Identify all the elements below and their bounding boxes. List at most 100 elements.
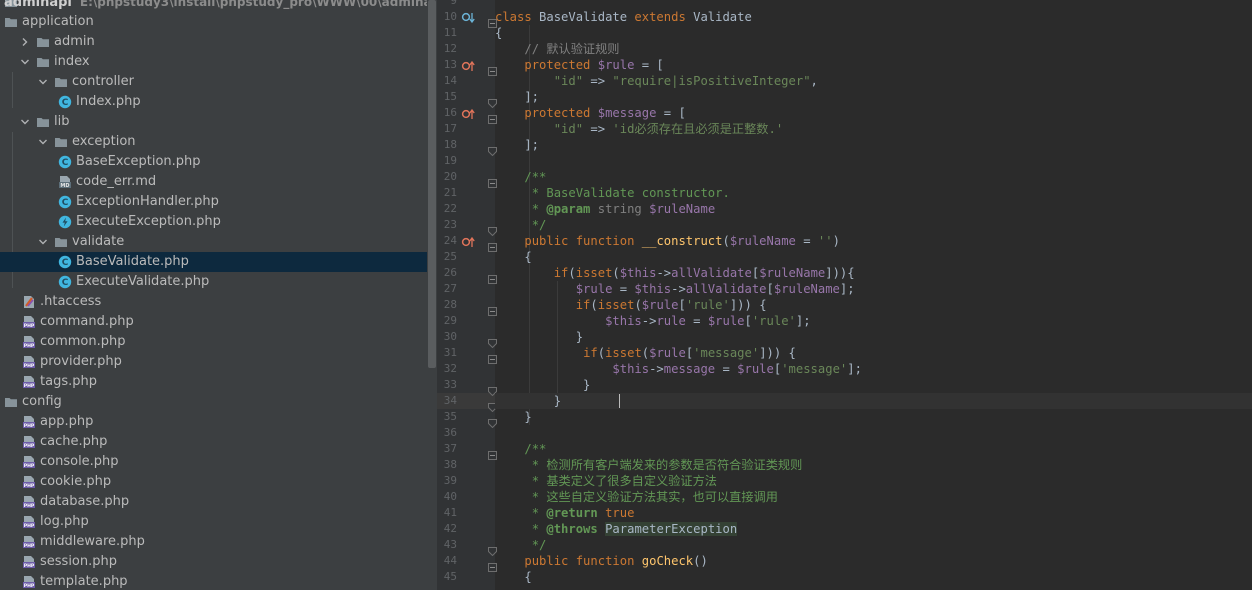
tree-item-database-php[interactable]: PHP database.php xyxy=(0,492,427,512)
code-line[interactable]: } xyxy=(495,329,1252,345)
override-marker-icon[interactable] xyxy=(461,106,475,120)
code-line[interactable]: $rule = $this->allValidate[$ruleName]; xyxy=(495,281,1252,297)
code-line[interactable]: // 默认验证规则 xyxy=(495,41,1252,57)
code-line[interactable]: ]; xyxy=(495,89,1252,105)
project-tree-scrollbar[interactable] xyxy=(427,0,437,590)
code-line[interactable]: protected $message = [ xyxy=(495,105,1252,121)
code-line[interactable]: /** xyxy=(495,441,1252,457)
tree-item-exception[interactable]: exception xyxy=(0,132,427,152)
code-token: @throws xyxy=(546,522,598,536)
code-line[interactable] xyxy=(495,425,1252,441)
code-line[interactable]: if(isset($rule['rule'])) { xyxy=(495,297,1252,313)
tree-item-exceptionhandler-php[interactable]: C ExceptionHandler.php xyxy=(0,192,427,212)
tree-item-console-php[interactable]: PHP console.php xyxy=(0,452,427,472)
svg-text:PHP: PHP xyxy=(24,543,35,549)
code-line[interactable]: class BaseValidate extends Validate xyxy=(495,9,1252,25)
code-token: = xyxy=(612,282,635,296)
code-line[interactable]: * 这些自定义验证方法其实，也可以直接调用 xyxy=(495,489,1252,505)
code-line[interactable]: * @param string $ruleName xyxy=(495,201,1252,217)
code-line[interactable]: { xyxy=(495,25,1252,41)
code-token: $rule xyxy=(649,346,686,360)
override-marker-icon[interactable] xyxy=(461,58,475,72)
code-line[interactable]: * @return true xyxy=(495,505,1252,521)
tree-item-tags-php[interactable]: PHP tags.php xyxy=(0,372,427,392)
code-line[interactable]: { xyxy=(495,249,1252,265)
tree-item-executevalidate-php[interactable]: C ExecuteValidate.php xyxy=(0,272,427,292)
tree-item-validate[interactable]: validate xyxy=(0,232,427,252)
code-line[interactable]: } xyxy=(495,393,1252,409)
tree-item-app-php[interactable]: PHP app.php xyxy=(0,412,427,432)
chevron-down-icon[interactable] xyxy=(20,117,30,127)
tree-item-root[interactable]: adminapi E:\phpstudy3\install\phpstudy_pr… xyxy=(0,0,427,12)
editor-code-area[interactable]: class BaseValidate extends Validate{ // … xyxy=(495,0,1252,590)
code-line[interactable]: } xyxy=(495,377,1252,393)
code-line[interactable]: * BaseValidate constructor. xyxy=(495,185,1252,201)
tree-item-cache-php[interactable]: PHP cache.php xyxy=(0,432,427,452)
tree-item-htaccess[interactable]: .htaccess xyxy=(0,292,427,312)
code-token: 'rule' xyxy=(751,314,796,328)
code-line[interactable]: protected $rule = [ xyxy=(495,57,1252,73)
code-line[interactable] xyxy=(495,0,1252,9)
code-line[interactable]: public function __construct($ruleName = … xyxy=(495,233,1252,249)
tree-item-template-php[interactable]: PHP template.php xyxy=(0,572,427,590)
code-line[interactable]: $this->rule = $rule['rule']; xyxy=(495,313,1252,329)
tree-item-index-php[interactable]: C Index.php xyxy=(0,92,427,112)
code-line[interactable]: if(isset($rule['message'])) { xyxy=(495,345,1252,361)
line-number: 34 xyxy=(443,394,457,407)
tree-item-executeexception-php[interactable]: ExecuteException.php xyxy=(0,212,427,232)
implemented-marker-icon[interactable] xyxy=(461,10,475,24)
code-line[interactable]: { xyxy=(495,569,1252,585)
code-line[interactable]: if(isset($this->allValidate[$ruleName]))… xyxy=(495,265,1252,281)
code-line[interactable]: /** xyxy=(495,169,1252,185)
tree-item-session-php[interactable]: PHP session.php xyxy=(0,552,427,572)
code-token: protected xyxy=(524,58,598,72)
tree-item-label: application xyxy=(22,14,94,29)
tree-item-command-php[interactable]: PHP command.php xyxy=(0,312,427,332)
chevron-down-icon[interactable] xyxy=(38,77,48,87)
chevron-down-icon[interactable] xyxy=(38,237,48,247)
tree-item-lib[interactable]: lib xyxy=(0,112,427,132)
code-line[interactable]: } xyxy=(495,409,1252,425)
code-line[interactable]: ]; xyxy=(495,137,1252,153)
project-tree-scrollbar-thumb[interactable] xyxy=(428,0,436,368)
tree-item-cookie-php[interactable]: PHP cookie.php xyxy=(0,472,427,492)
code-line[interactable]: * @throws ParameterException xyxy=(495,521,1252,537)
code-line[interactable]: "id" => "require|isPositiveInteger", xyxy=(495,73,1252,89)
tree-item-baseexception-php[interactable]: C BaseException.php xyxy=(0,152,427,172)
line-number: 14 xyxy=(443,74,457,87)
tree-item-basevalidate-php[interactable]: C BaseValidate.php xyxy=(0,252,427,272)
tree-item-middleware-php[interactable]: PHP middleware.php xyxy=(0,532,427,552)
chevron-right-icon[interactable] xyxy=(20,37,30,47)
code-line[interactable]: "id" => 'id必须存在且必须是正整数.' xyxy=(495,121,1252,137)
code-line[interactable]: * 检测所有客户端发来的参数是否符合验证类规则 xyxy=(495,457,1252,473)
code-line[interactable] xyxy=(495,153,1252,169)
code-line[interactable]: public function goCheck() xyxy=(495,553,1252,569)
code-token: protected xyxy=(524,106,598,120)
php-file-icon: PHP xyxy=(22,575,36,589)
code-line[interactable]: */ xyxy=(495,537,1252,553)
php-class-icon: C xyxy=(58,195,72,209)
override-marker-icon[interactable] xyxy=(461,234,475,248)
code-line[interactable]: */ xyxy=(495,217,1252,233)
chevron-down-icon[interactable] xyxy=(38,137,48,147)
tree-item-code-err-md[interactable]: MD code_err.md xyxy=(0,172,427,192)
tree-item-label: .htaccess xyxy=(40,294,102,309)
tree-item-common-php[interactable]: PHP common.php xyxy=(0,332,427,352)
code-token: ( xyxy=(634,298,642,312)
code-editor[interactable]: 9 10 11 12 13 14 15 16 17 18 19 20 21 22 23 24 25 26 27 28 2… xyxy=(437,0,1252,590)
tree-item-provider-php[interactable]: PHP provider.php xyxy=(0,352,427,372)
tree-item-index[interactable]: index xyxy=(0,52,427,72)
tree-item-admin[interactable]: admin xyxy=(0,32,427,52)
tree-item-label: ExecuteException.php xyxy=(76,214,221,229)
code-line[interactable]: * 基类定义了很多自定义验证方法 xyxy=(495,473,1252,489)
chevron-down-icon[interactable] xyxy=(20,57,30,67)
tree-item-label: command.php xyxy=(40,314,134,329)
tree-item-config[interactable]: config xyxy=(0,392,427,412)
tree-item-controller[interactable]: controller xyxy=(0,72,427,92)
tree-item-log-php[interactable]: PHP log.php xyxy=(0,512,427,532)
tree-item-application[interactable]: application xyxy=(0,12,427,32)
code-line[interactable]: $this->message = $rule['message']; xyxy=(495,361,1252,377)
